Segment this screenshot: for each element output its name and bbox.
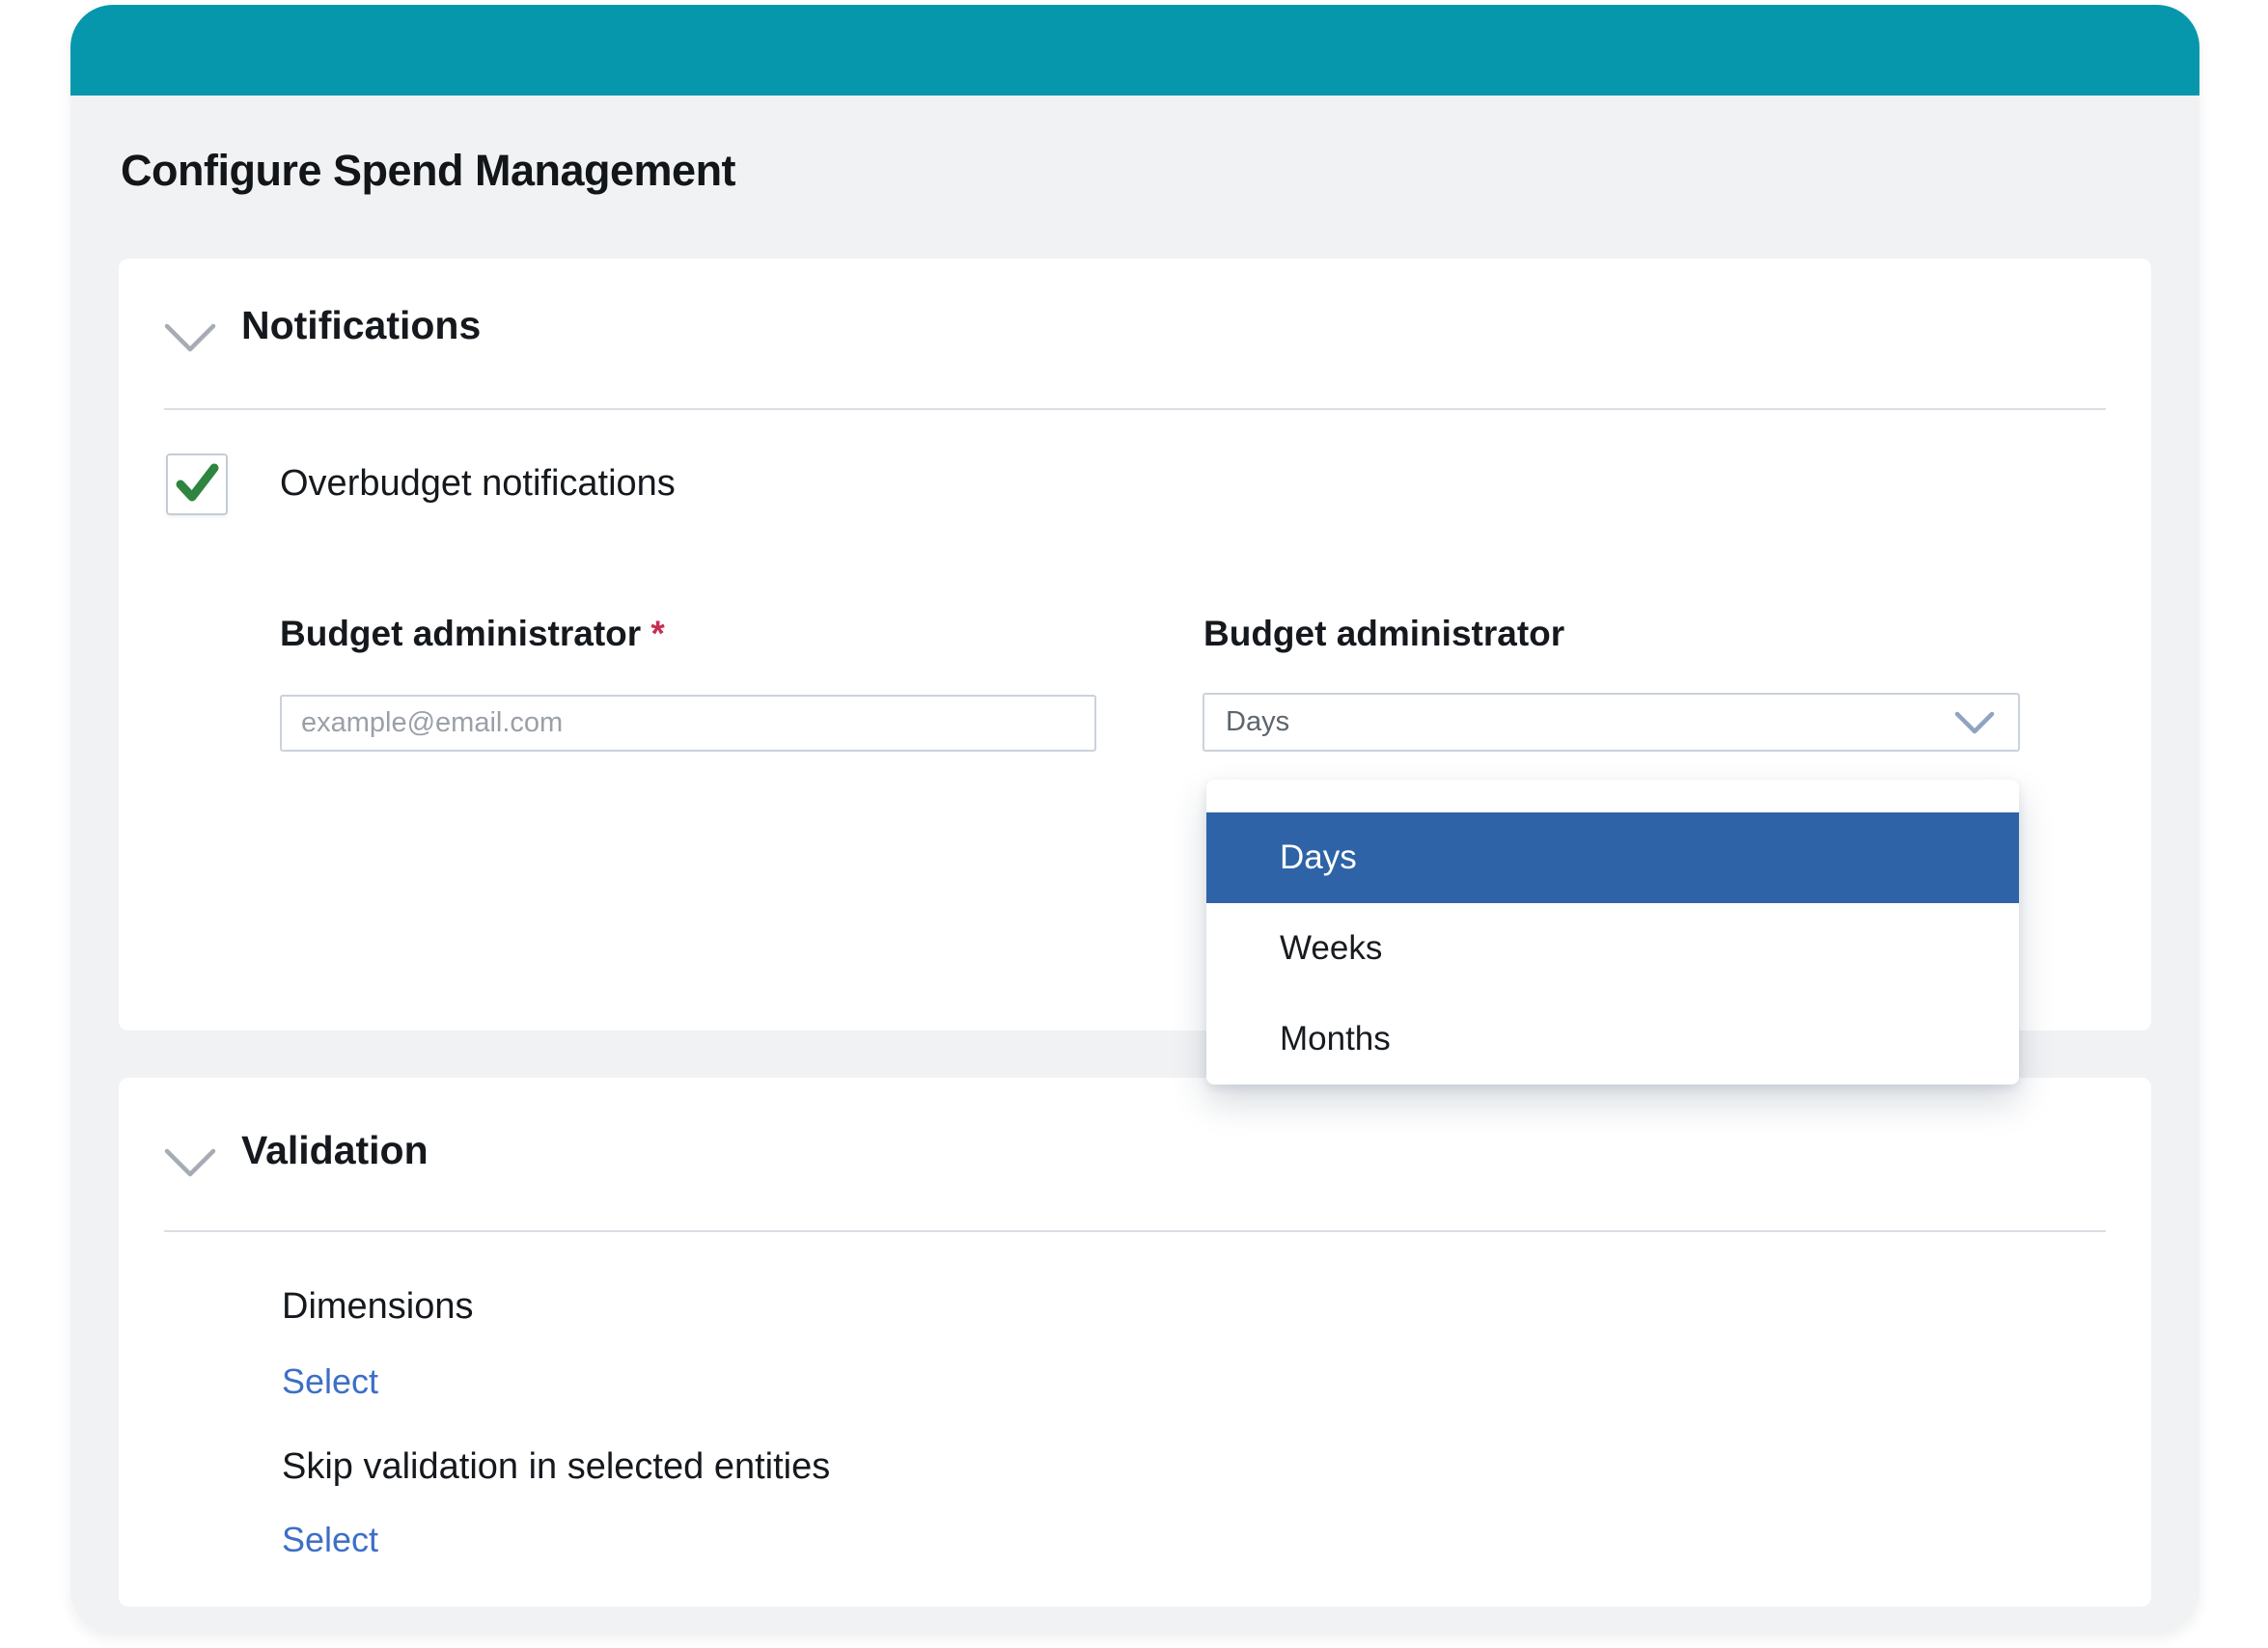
overbudget-checkbox-label: Overbudget notifications (280, 463, 676, 505)
chevron-down-icon (164, 1167, 216, 1184)
modal-configure-spend-management: Configure Spend Management Notifications… (70, 5, 2199, 1633)
screen: Configure Spend Management Notifications… (0, 0, 2268, 1648)
period-select[interactable]: Days (1203, 693, 2020, 752)
dropdown-option-weeks[interactable]: Weeks (1206, 903, 2019, 994)
dropdown-option-months[interactable]: Months (1206, 994, 2019, 1085)
dimensions-label: Dimensions (282, 1286, 474, 1328)
check-icon (174, 462, 220, 508)
email-field-label-text: Budget administrator (280, 614, 641, 653)
validation-collapse-toggle[interactable] (164, 1147, 216, 1180)
divider (164, 1230, 2106, 1232)
notifications-collapse-toggle[interactable] (164, 322, 216, 355)
teal-header-bar (70, 5, 2199, 96)
divider (164, 408, 2106, 410)
period-field-label: Budget administrator (1203, 614, 1564, 654)
skip-validation-label: Skip validation in selected entities (282, 1446, 830, 1488)
budget-administrator-email-input[interactable] (280, 695, 1096, 752)
validation-card: Validation Dimensions Select Skip valida… (119, 1078, 2151, 1607)
overbudget-checkbox[interactable] (166, 453, 228, 515)
notifications-section-title: Notifications (241, 303, 481, 348)
dropdown-option-days[interactable]: Days (1206, 812, 2019, 903)
required-asterisk: * (650, 614, 664, 653)
period-dropdown-menu: Days Weeks Months (1206, 780, 2019, 1085)
chevron-down-icon (164, 343, 216, 359)
dimensions-select-link[interactable]: Select (282, 1361, 378, 1402)
chevron-down-icon (1954, 711, 1995, 734)
email-field-label: Budget administrator * (280, 614, 665, 654)
page-title: Configure Spend Management (121, 146, 735, 196)
period-select-value: Days (1204, 706, 1954, 738)
skip-validation-select-link[interactable]: Select (282, 1520, 378, 1560)
validation-section-title: Validation (241, 1128, 429, 1173)
